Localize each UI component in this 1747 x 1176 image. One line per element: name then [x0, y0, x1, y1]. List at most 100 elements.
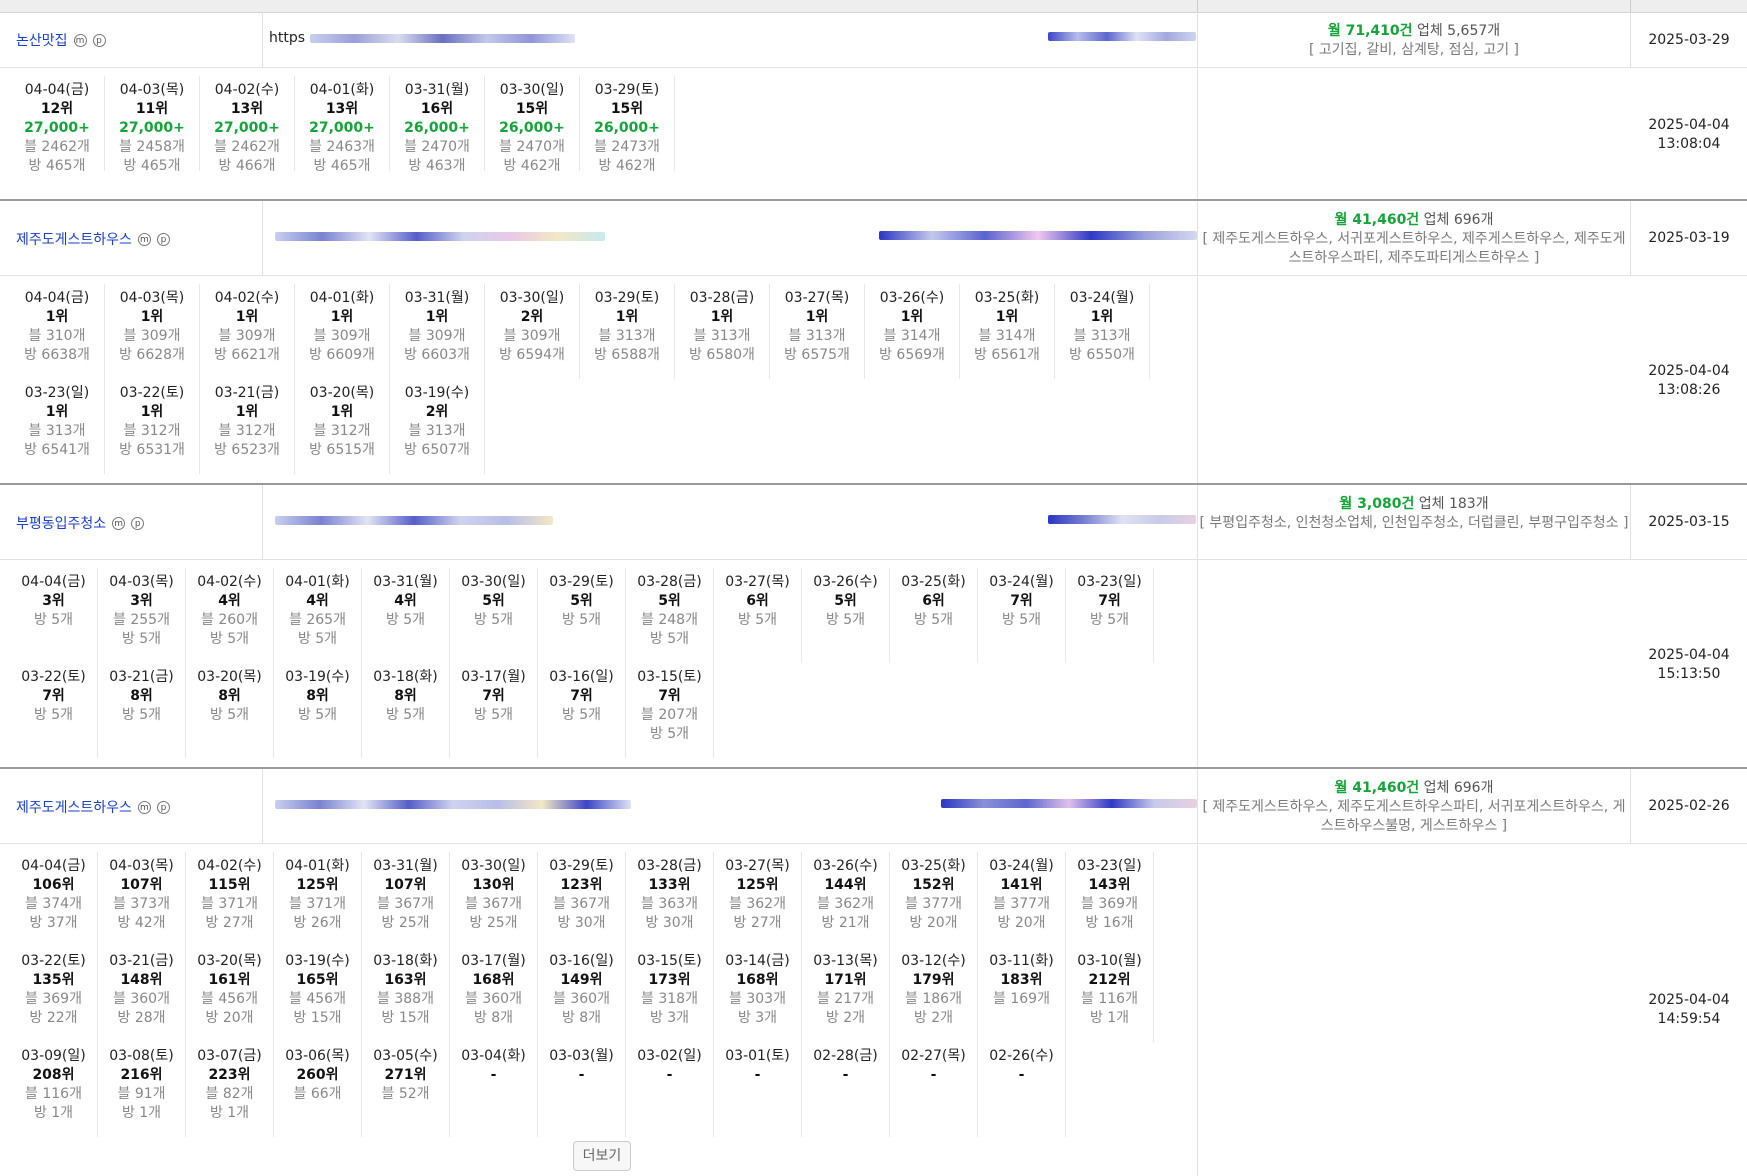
rank-day-cell: 03-29(토) 123위 블 367개 방 30개 — [538, 852, 626, 947]
monthly-searches: 월 71,410건 — [1327, 23, 1413, 39]
rank-position: - — [930, 1067, 937, 1083]
pc-icon[interactable]: p — [131, 516, 145, 530]
keyword-info-cell: 월 3,080건 업체 183개 [ 부평입주청소, 인천청소업체, 인천입주청… — [1198, 485, 1631, 559]
related-keywords: [ 제주도게스트하우스, 제주도게스트하우스파티, 서귀포게스트하우스, 게스트… — [1202, 799, 1626, 834]
rank-date: 03-11(화) — [989, 953, 1054, 969]
checked-date: 2025-04-04 — [1648, 992, 1730, 1008]
mobile-icon[interactable]: m — [137, 800, 151, 814]
rank-date: 03-24(월) — [1069, 290, 1135, 306]
rank-date: 03-23(일) — [1077, 574, 1142, 590]
blog-count: 블 313개 — [788, 328, 846, 344]
blog-count: 블 309개 — [123, 328, 181, 344]
redacted-url — [275, 800, 631, 809]
blog-count: 블 217개 — [817, 991, 874, 1007]
room-count: 방 5개 — [297, 631, 338, 647]
rank-position: 1위 — [995, 309, 1019, 325]
room-count: 방 5개 — [385, 707, 426, 723]
rank-position: 16위 — [420, 101, 454, 117]
room-count: 방 5개 — [385, 612, 426, 628]
keyword-link[interactable]: 부평동입주청소 mp — [16, 513, 145, 533]
rank-day-cell: 02-27(목) - — [890, 1042, 978, 1137]
mobile-icon[interactable]: m — [112, 516, 126, 530]
view-count: 27,000+ — [214, 120, 280, 136]
room-count: 방 5개 — [121, 631, 162, 647]
rank-position: 13위 — [325, 101, 359, 117]
room-count: 방 30개 — [557, 915, 606, 931]
rank-position: 208위 — [32, 1067, 75, 1083]
keyword-link[interactable]: 제주도게스트하우스 mp — [16, 797, 170, 817]
rank-date: 04-02(수) — [214, 82, 280, 98]
pc-icon[interactable]: p — [156, 232, 170, 246]
blog-count: 블 377개 — [905, 896, 962, 912]
room-count: 방 1개 — [121, 1105, 162, 1121]
pc-icon[interactable]: p — [92, 33, 106, 47]
room-count: 방 20개 — [205, 1010, 254, 1026]
related-keywords: [ 고기집, 갈비, 삼계탕, 점심, 고기 ] — [1309, 42, 1519, 58]
room-count: 방 6609개 — [309, 347, 375, 363]
mobile-icon[interactable]: m — [73, 33, 87, 47]
blog-count: 블 248개 — [641, 612, 698, 628]
blog-count: 블 363개 — [641, 896, 698, 912]
rank-day-cell: 03-30(일) 5위 방 5개 — [450, 568, 538, 663]
rank-day-cell: 03-05(수) 271위 블 52개 — [362, 1042, 450, 1137]
checked-date-cell: 2025-04-04 13:08:04 — [1631, 68, 1747, 200]
blog-count: 블 82개 — [205, 1086, 254, 1102]
room-count: 방 5개 — [561, 707, 602, 723]
rank-day-cell: 03-27(목) 6위 방 5개 — [714, 568, 802, 663]
rank-position: 5위 — [658, 593, 681, 609]
rank-position: 2위 — [425, 404, 449, 420]
blog-count: 블 388개 — [377, 991, 434, 1007]
room-count: 방 5개 — [649, 726, 690, 742]
rank-date: 03-25(화) — [901, 574, 966, 590]
blog-count: 블 318개 — [641, 991, 698, 1007]
rank-day-cell: 03-30(일) 2위 블 309개 방 6594개 — [485, 284, 580, 379]
rank-history-grid: 04-04(금) 1위 블 310개 방 6638개 04-03(목) 1위 블 309개 방… — [10, 284, 1150, 474]
rank-day-cell: 03-26(수) 1위 블 314개 방 6569개 — [865, 284, 960, 379]
registered-date-cell: 2025-03-19 — [1631, 201, 1747, 275]
room-count: 방 6621개 — [214, 347, 280, 363]
view-count: 27,000+ — [309, 120, 375, 136]
keyword-entry: 부평동입주청소 mp 월 3,080건 업체 183개 [ 부평입주청소, 인천… — [0, 485, 1747, 768]
rank-date: 03-23(일) — [1077, 858, 1142, 874]
redacted-url — [275, 516, 553, 525]
rank-date: 03-22(토) — [119, 385, 185, 401]
keyword-link[interactable]: 제주도게스트하우스 mp — [16, 229, 170, 249]
rank-date: 03-17(월) — [461, 669, 526, 685]
room-count: 방 5개 — [33, 707, 74, 723]
rank-position: 179위 — [912, 972, 955, 988]
blog-count: 블 312개 — [218, 423, 276, 439]
business-count: 업체 5,657개 — [1416, 23, 1501, 39]
business-count: 업체 183개 — [1418, 496, 1489, 512]
pc-icon[interactable]: p — [156, 800, 170, 814]
blog-count: 블 309개 — [313, 328, 371, 344]
rank-date: 03-19(수) — [404, 385, 470, 401]
rank-position: 7위 — [482, 688, 505, 704]
blog-count: 블 116개 — [1081, 991, 1138, 1007]
load-more-button[interactable]: 더보기 — [573, 1141, 631, 1171]
keyword-link[interactable]: 논산맛집 mp — [16, 30, 106, 50]
blog-count: 블 303개 — [729, 991, 786, 1007]
rank-position: 168위 — [472, 972, 515, 988]
room-count: 방 1개 — [33, 1105, 74, 1121]
blog-count: 블 377개 — [993, 896, 1050, 912]
blog-count: 블 313개 — [598, 328, 656, 344]
rank-day-cell: 03-15(토) 7위 블 207개 방 5개 — [626, 663, 714, 758]
rank-date: 03-22(토) — [21, 953, 86, 969]
rank-position: 7위 — [42, 688, 65, 704]
rank-day-cell: 04-03(목) 3위 블 255개 방 5개 — [98, 568, 186, 663]
rank-date: 03-21(금) — [109, 953, 174, 969]
blog-count: 블 265개 — [289, 612, 346, 628]
place-url[interactable]: https — [269, 30, 305, 46]
mobile-icon[interactable]: m — [137, 232, 151, 246]
rank-day-cell: 03-28(금) 133위 블 363개 방 30개 — [626, 852, 714, 947]
room-count: 방 1개 — [1089, 1010, 1130, 1026]
rank-day-cell: 03-31(월) 1위 블 309개 방 6603개 — [390, 284, 485, 379]
room-count: 방 3개 — [649, 1010, 690, 1026]
checked-date: 2025-04-04 — [1648, 117, 1730, 133]
rank-date: 03-22(토) — [21, 669, 86, 685]
rank-history-grid: 04-04(금) 3위 방 5개 04-03(목) 3위 블 255개 방 5개 04-02(… — [10, 568, 1154, 758]
related-keywords: [ 부평입주청소, 인천청소업체, 인천입주청소, 더럽클린, 부평구입주청소 … — [1199, 515, 1629, 531]
rank-history-grid: 04-04(금) 106위 블 374개 방 37개 04-03(목) 107위 블 373… — [10, 852, 1154, 1137]
blog-count: 블 260개 — [201, 612, 258, 628]
keyword-cell: 제주도게스트하우스 mp — [0, 201, 263, 275]
